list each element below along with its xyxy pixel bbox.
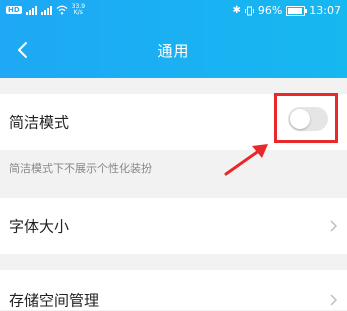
setting-row-font-size[interactable]: 字体大小 [0,198,347,254]
storage-label: 存储空间管理 [9,291,100,310]
signal-icon-2 [40,5,52,15]
page-title: 通用 [157,42,190,60]
setting-row-storage[interactable]: 存储空间管理 [0,270,347,310]
bluetooth-icon: ✱ [232,5,241,16]
signal-icon [25,5,37,15]
wifi-icon [56,5,68,15]
battery-percent: 96% [257,4,283,17]
chevron-right-icon [330,220,337,232]
simple-mode-toggle[interactable] [288,107,328,131]
toggle-knob [290,109,310,129]
pointer-arrow-icon [224,144,268,176]
clock: 13:07 [309,4,341,17]
battery-icon [286,5,308,16]
chevron-right-icon [330,294,337,306]
simple-mode-hint: 简洁模式下不展示个性化装扮 [9,162,152,175]
app-header: HD 33.9 K/s ✱ 96% 13:07 通用 [0,0,347,78]
vibrate-icon [244,6,254,15]
net-speed: 33.9 K/s [72,4,85,16]
net-speed-unit: K/s [73,9,83,16]
hd-badge: HD [6,6,22,14]
font-size-label: 字体大小 [9,217,70,236]
simple-mode-label: 简洁模式 [9,113,70,132]
status-bar: HD 33.9 K/s ✱ 96% 13:07 [0,0,347,22]
nav-bar: 通用 [0,22,347,78]
